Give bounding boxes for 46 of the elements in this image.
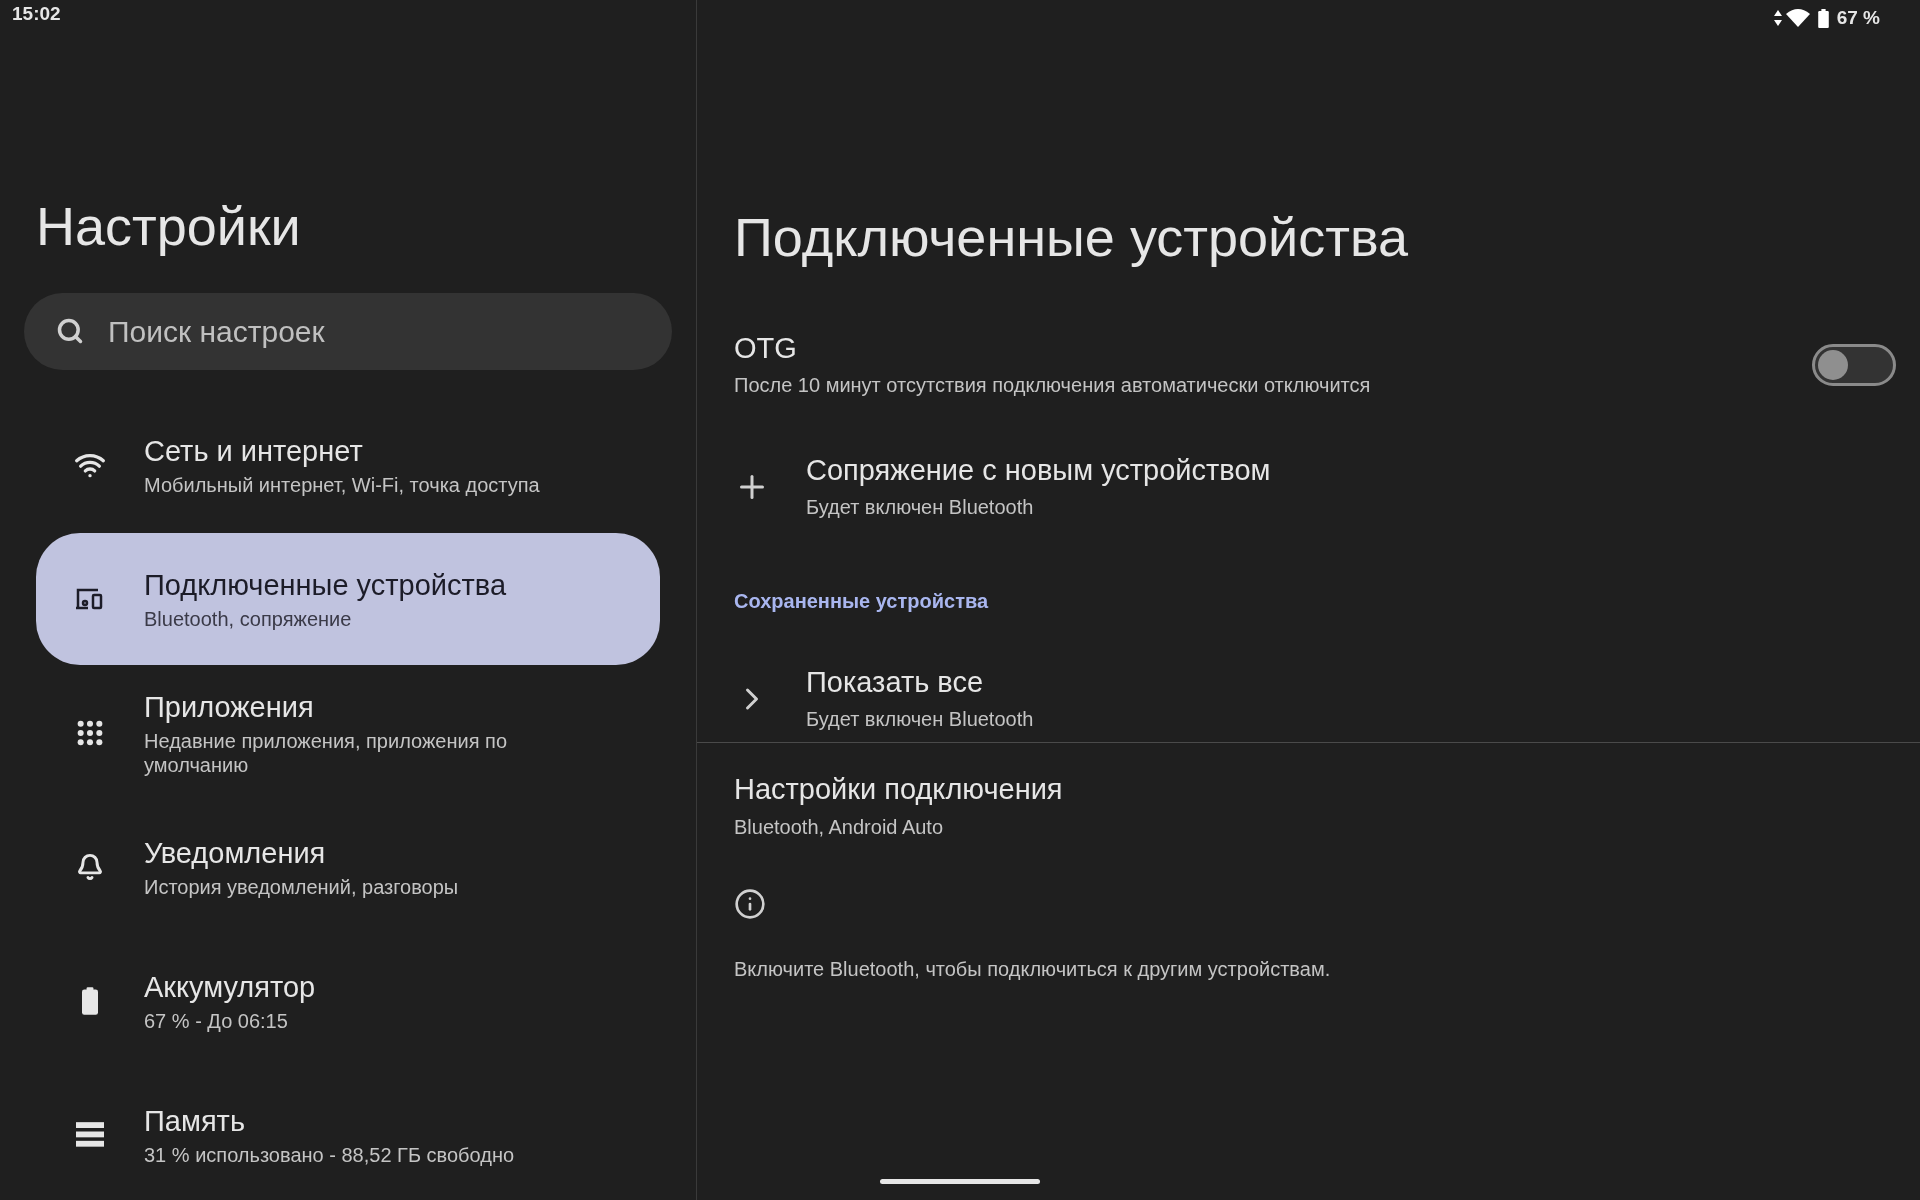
menu-item-title: Сеть и интернет (144, 433, 364, 469)
settings-menu-item[interactable]: Память 31 % использовано - 88,52 ГБ свободно (36, 1068, 660, 1200)
pair-title: Сопряжение с новым устройством (806, 452, 1271, 488)
battery-icon (1817, 8, 1829, 28)
menu-item-subtitle: Bluetooth, сопряжение (144, 607, 353, 632)
show-all-title: Показать все (806, 665, 985, 700)
otg-subtitle: После 10 минут отсутствия подключения автоматически отключится (734, 372, 1371, 398)
grid-dots-icon (76, 719, 104, 747)
connection-title: Настройки подключения (734, 772, 1064, 808)
otg-title: OTG (734, 330, 798, 366)
pair-subtitle: Будет включен Bluetooth (806, 495, 1035, 520)
battery-percent: 67 % (1836, 5, 1880, 30)
menu-item-subtitle: Мобильный интернет, Wi-Fi, точка доступа (144, 473, 540, 498)
pair-new-device-item[interactable]: Сопряжение с новым устройством Будет включен Bluetooth (734, 451, 1920, 522)
connection-subtitle: Bluetooth, Android Auto (734, 814, 945, 840)
search-icon (56, 317, 84, 345)
search-field[interactable]: Поиск настроек (24, 293, 672, 370)
page-title: Подключенные устройства (734, 206, 1410, 269)
menu-item-subtitle: Недавние приложения, приложения по умолчанию (144, 729, 508, 778)
settings-menu-item[interactable]: Подключенные устройства Bluetooth, сопряжение (36, 533, 660, 665)
status-time: 15:02 (12, 2, 61, 26)
connection-preferences-item[interactable]: Настройки подключения Bluetooth, Android Auto (734, 771, 1920, 842)
menu-item-title: Подключенные устройства (144, 567, 506, 603)
info-text: Включите Bluetooth, чтобы подключиться к другим устройствам. (734, 956, 1332, 982)
battery-icon (82, 987, 98, 1015)
otg-toggle[interactable] (1812, 343, 1896, 386)
show-all-item[interactable]: Показать все Будет включен Bluetooth (734, 664, 1920, 735)
info-icon (734, 887, 766, 920)
settings-menu-item[interactable]: Сеть и интернет Мобильный интернет, Wi-Fi, точка доступа (36, 398, 660, 532)
show-all-subtitle: Будет включен Bluetooth (806, 707, 1034, 733)
sidebar-title: Настройки (36, 194, 302, 258)
menu-item-title: Уведомления (144, 835, 327, 871)
storage-icon (76, 1121, 104, 1149)
saved-devices-header: Сохраненные устройства (734, 589, 990, 614)
menu-item-title: Память (144, 1103, 246, 1139)
menu-item-subtitle: 31 % использовано - 88,52 ГБ свободно (144, 1143, 515, 1168)
settings-menu-item[interactable]: Аккумулятор 67 % - До 06:15 (36, 934, 660, 1068)
menu-item-subtitle: История уведомлений, разговоры (144, 875, 459, 900)
settings-menu-item[interactable]: Приложения Недавние приложения, приложения по умолчанию (36, 666, 660, 800)
settings-menu-item[interactable]: Уведомления История уведомлений, разговоры (36, 800, 660, 934)
wifi-icon (1785, 9, 1810, 27)
data-arrows-icon (1773, 10, 1782, 26)
menu-item-title: Аккумулятор (144, 969, 316, 1005)
menu-item-subtitle: 67 % - До 06:15 (144, 1009, 289, 1034)
menu-item-title: Приложения (144, 689, 315, 725)
bell-icon (76, 853, 104, 881)
